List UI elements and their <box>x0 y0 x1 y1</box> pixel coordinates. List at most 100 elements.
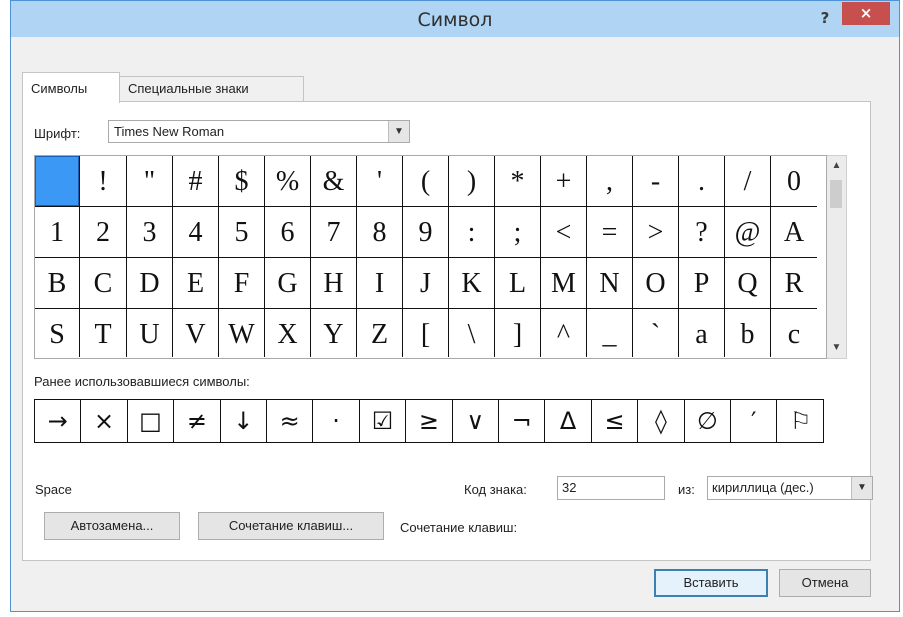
symbol-cell[interactable]: @ <box>725 207 771 258</box>
symbol-cell[interactable]: P <box>679 258 725 309</box>
symbol-cell[interactable]: < <box>541 207 587 258</box>
symbol-cell[interactable]: ( <box>403 156 449 207</box>
symbol-cell[interactable]: V <box>173 309 219 357</box>
recent-symbol-cell[interactable]: ≈ <box>267 400 314 442</box>
recent-symbol-cell[interactable]: ∨ <box>453 400 499 442</box>
symbol-cell[interactable]: 4 <box>173 207 219 258</box>
symbol-cell[interactable]: 6 <box>265 207 311 258</box>
symbol-cell[interactable]: # <box>173 156 219 207</box>
symbol-cell[interactable]: > <box>633 207 679 258</box>
cancel-button[interactable]: Отмена <box>779 569 871 597</box>
symbol-cell[interactable]: " <box>127 156 173 207</box>
recent-symbol-cell[interactable]: ′ <box>731 400 778 442</box>
symbol-cell[interactable]: W <box>219 309 265 357</box>
symbol-cell[interactable]: R <box>771 258 817 309</box>
symbol-cell[interactable]: b <box>725 309 771 357</box>
symbol-cell[interactable]: O <box>633 258 679 309</box>
symbol-cell[interactable]: _ <box>587 309 633 357</box>
scroll-up-icon[interactable]: ▲ <box>827 160 846 171</box>
recent-symbol-cell[interactable]: ◊ <box>638 400 685 442</box>
recent-symbol-cell[interactable]: ⚐ <box>777 400 823 442</box>
chevron-down-icon[interactable]: ▼ <box>851 477 872 499</box>
symbol-cell[interactable]: 8 <box>357 207 403 258</box>
symbol-cell[interactable]: Q <box>725 258 771 309</box>
recent-symbol-cell[interactable]: ☑ <box>360 400 407 442</box>
chevron-down-icon[interactable]: ▼ <box>388 121 409 142</box>
symbol-cell[interactable]: 5 <box>219 207 265 258</box>
symbol-cell[interactable]: ; <box>495 207 541 258</box>
symbol-cell[interactable]: E <box>173 258 219 309</box>
symbol-cell[interactable]: / <box>725 156 771 207</box>
title-bar[interactable]: Символ ? × <box>11 1 899 37</box>
scroll-down-icon[interactable]: ▼ <box>827 342 846 353</box>
symbol-cell[interactable]: % <box>265 156 311 207</box>
symbol-cell[interactable]: 9 <box>403 207 449 258</box>
font-select[interactable]: Times New Roman ▼ <box>108 120 410 143</box>
symbol-cell[interactable]: ` <box>633 309 679 357</box>
symbol-cell[interactable]: a <box>679 309 725 357</box>
tab-symbols[interactable]: Символы <box>22 72 120 103</box>
symbol-cell[interactable]: 7 <box>311 207 357 258</box>
symbol-cell[interactable]: & <box>311 156 357 207</box>
symbol-cell[interactable]: [ <box>403 309 449 357</box>
symbol-cell[interactable] <box>35 156 80 207</box>
recent-symbol-cell[interactable]: □ <box>128 400 175 442</box>
symbol-cell[interactable]: = <box>587 207 633 258</box>
help-button[interactable]: ? <box>813 7 837 31</box>
recent-symbols[interactable]: → × □ ≠ ↓ ≈ · ☑ ≥ ∨ ¬ Δ ≤ ◊ ∅ ′ ⚐ <box>34 399 824 443</box>
symbol-cell[interactable]: G <box>265 258 311 309</box>
symbol-cell[interactable]: $ <box>219 156 265 207</box>
symbol-cell[interactable]: I <box>357 258 403 309</box>
symbol-cell[interactable]: ) <box>449 156 495 207</box>
recent-symbol-cell[interactable]: ≤ <box>592 400 639 442</box>
symbol-cell[interactable]: U <box>127 309 173 357</box>
symbol-cell[interactable]: A <box>771 207 817 258</box>
symbol-cell[interactable]: 1 <box>35 207 80 258</box>
shortcut-key-button[interactable]: Сочетание клавиш... <box>198 512 384 540</box>
symbol-cell[interactable]: F <box>219 258 265 309</box>
symbol-cell[interactable]: c <box>771 309 817 357</box>
symbol-cell[interactable]: ! <box>80 156 127 207</box>
recent-symbol-cell[interactable]: × <box>81 400 128 442</box>
symbol-cell[interactable]: ] <box>495 309 541 357</box>
recent-symbol-cell[interactable]: ¬ <box>499 400 546 442</box>
grid-scrollbar[interactable]: ▲ ▼ <box>827 155 847 359</box>
autocorrect-button[interactable]: Автозамена... <box>44 512 180 540</box>
symbol-cell[interactable]: 3 <box>127 207 173 258</box>
symbol-cell[interactable]: : <box>449 207 495 258</box>
symbol-cell[interactable]: S <box>35 309 80 357</box>
tab-special-chars[interactable]: Специальные знаки <box>120 76 304 102</box>
recent-symbol-cell[interactable]: ≠ <box>174 400 221 442</box>
recent-symbol-cell[interactable]: ≥ <box>406 400 453 442</box>
symbol-cell[interactable]: . <box>679 156 725 207</box>
scroll-thumb[interactable] <box>830 180 842 208</box>
symbol-cell[interactable]: C <box>80 258 127 309</box>
encoding-select[interactable]: кириллица (дес.) ▼ <box>707 476 873 500</box>
symbol-cell[interactable]: M <box>541 258 587 309</box>
symbol-cell[interactable]: ' <box>357 156 403 207</box>
symbol-cell[interactable]: J <box>403 258 449 309</box>
close-button[interactable]: × <box>842 2 890 25</box>
symbol-cell[interactable]: ? <box>679 207 725 258</box>
symbol-grid[interactable]: ! " # $% & '() * +, -./0 1 2 3 4 5 6 7 8 9:; < = >? @ A B C D E F G H… <box>34 155 827 359</box>
symbol-cell[interactable]: B <box>35 258 80 309</box>
symbol-cell[interactable]: 0 <box>771 156 817 207</box>
symbol-cell[interactable]: , <box>587 156 633 207</box>
symbol-cell[interactable]: X <box>265 309 311 357</box>
symbol-cell[interactable]: * <box>495 156 541 207</box>
symbol-cell[interactable]: \ <box>449 309 495 357</box>
symbol-cell[interactable]: + <box>541 156 587 207</box>
symbol-cell[interactable]: Y <box>311 309 357 357</box>
symbol-cell[interactable]: Z <box>357 309 403 357</box>
recent-symbol-cell[interactable]: ↓ <box>221 400 267 442</box>
recent-symbol-cell[interactable]: Δ <box>545 400 592 442</box>
symbol-cell[interactable]: D <box>127 258 173 309</box>
recent-symbol-cell[interactable]: · <box>313 400 360 442</box>
symbol-cell[interactable]: K <box>449 258 495 309</box>
char-code-input[interactable]: 32 <box>557 476 665 500</box>
symbol-cell[interactable]: T <box>80 309 127 357</box>
symbol-cell[interactable]: H <box>311 258 357 309</box>
insert-button[interactable]: Вставить <box>654 569 768 597</box>
symbol-cell[interactable]: N <box>587 258 633 309</box>
symbol-cell[interactable]: - <box>633 156 679 207</box>
